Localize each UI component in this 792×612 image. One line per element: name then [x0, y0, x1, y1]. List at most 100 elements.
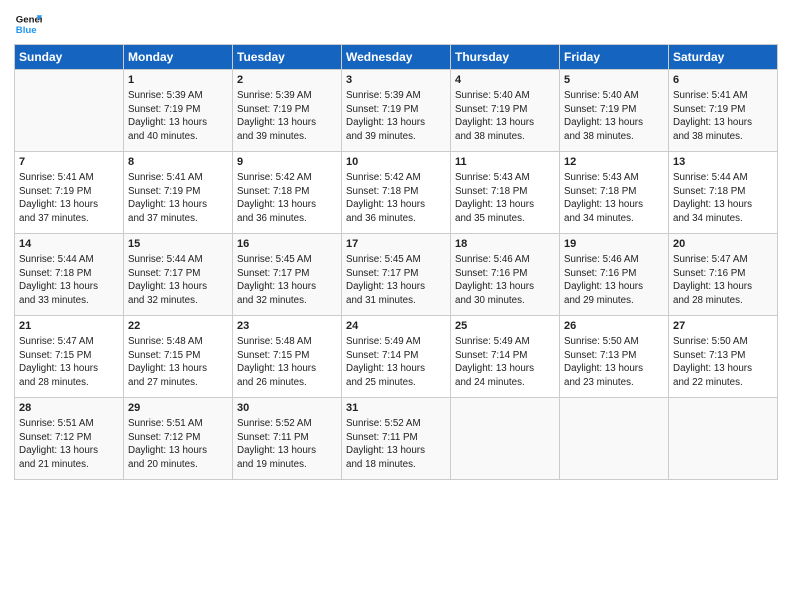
- calendar-cell: 28Sunrise: 5:51 AM Sunset: 7:12 PM Dayli…: [15, 398, 124, 480]
- calendar-cell: 6Sunrise: 5:41 AM Sunset: 7:19 PM Daylig…: [669, 70, 778, 152]
- calendar-cell: 7Sunrise: 5:41 AM Sunset: 7:19 PM Daylig…: [15, 152, 124, 234]
- cell-content: Sunrise: 5:45 AM Sunset: 7:17 PM Dayligh…: [346, 253, 446, 307]
- day-number: 6: [673, 73, 773, 88]
- calendar-cell: 21Sunrise: 5:47 AM Sunset: 7:15 PM Dayli…: [15, 316, 124, 398]
- day-number: 12: [564, 155, 664, 170]
- calendar-cell: 5Sunrise: 5:40 AM Sunset: 7:19 PM Daylig…: [560, 70, 669, 152]
- page: General Blue SundayMondayTuesdayWednesda…: [0, 0, 792, 612]
- calendar-cell: 12Sunrise: 5:43 AM Sunset: 7:18 PM Dayli…: [560, 152, 669, 234]
- calendar-cell: 24Sunrise: 5:49 AM Sunset: 7:14 PM Dayli…: [342, 316, 451, 398]
- calendar-cell: 17Sunrise: 5:45 AM Sunset: 7:17 PM Dayli…: [342, 234, 451, 316]
- day-number: 9: [237, 155, 337, 170]
- day-number: 3: [346, 73, 446, 88]
- day-number: 10: [346, 155, 446, 170]
- col-header-monday: Monday: [124, 45, 233, 70]
- calendar-cell: 27Sunrise: 5:50 AM Sunset: 7:13 PM Dayli…: [669, 316, 778, 398]
- calendar-cell: 31Sunrise: 5:52 AM Sunset: 7:11 PM Dayli…: [342, 398, 451, 480]
- day-number: 17: [346, 237, 446, 252]
- day-number: 13: [673, 155, 773, 170]
- day-number: 7: [19, 155, 119, 170]
- cell-content: Sunrise: 5:43 AM Sunset: 7:18 PM Dayligh…: [564, 171, 664, 225]
- col-header-friday: Friday: [560, 45, 669, 70]
- day-number: 24: [346, 319, 446, 334]
- cell-content: Sunrise: 5:52 AM Sunset: 7:11 PM Dayligh…: [237, 417, 337, 471]
- calendar-cell: 22Sunrise: 5:48 AM Sunset: 7:15 PM Dayli…: [124, 316, 233, 398]
- cell-content: Sunrise: 5:39 AM Sunset: 7:19 PM Dayligh…: [346, 89, 446, 143]
- calendar-cell: 26Sunrise: 5:50 AM Sunset: 7:13 PM Dayli…: [560, 316, 669, 398]
- calendar-cell: 14Sunrise: 5:44 AM Sunset: 7:18 PM Dayli…: [15, 234, 124, 316]
- calendar-cell: 25Sunrise: 5:49 AM Sunset: 7:14 PM Dayli…: [451, 316, 560, 398]
- col-header-wednesday: Wednesday: [342, 45, 451, 70]
- day-number: 31: [346, 401, 446, 416]
- calendar-week-1: 1Sunrise: 5:39 AM Sunset: 7:19 PM Daylig…: [15, 70, 778, 152]
- calendar-cell: 20Sunrise: 5:47 AM Sunset: 7:16 PM Dayli…: [669, 234, 778, 316]
- cell-content: Sunrise: 5:47 AM Sunset: 7:16 PM Dayligh…: [673, 253, 773, 307]
- calendar-cell: 18Sunrise: 5:46 AM Sunset: 7:16 PM Dayli…: [451, 234, 560, 316]
- header: General Blue: [14, 10, 778, 38]
- calendar-cell: [669, 398, 778, 480]
- day-number: 14: [19, 237, 119, 252]
- cell-content: Sunrise: 5:46 AM Sunset: 7:16 PM Dayligh…: [564, 253, 664, 307]
- calendar-cell: 4Sunrise: 5:40 AM Sunset: 7:19 PM Daylig…: [451, 70, 560, 152]
- day-number: 5: [564, 73, 664, 88]
- cell-content: Sunrise: 5:48 AM Sunset: 7:15 PM Dayligh…: [128, 335, 228, 389]
- cell-content: Sunrise: 5:41 AM Sunset: 7:19 PM Dayligh…: [128, 171, 228, 225]
- col-header-thursday: Thursday: [451, 45, 560, 70]
- day-number: 20: [673, 237, 773, 252]
- day-number: 11: [455, 155, 555, 170]
- cell-content: Sunrise: 5:49 AM Sunset: 7:14 PM Dayligh…: [455, 335, 555, 389]
- calendar-cell: [451, 398, 560, 480]
- day-number: 8: [128, 155, 228, 170]
- cell-content: Sunrise: 5:46 AM Sunset: 7:16 PM Dayligh…: [455, 253, 555, 307]
- day-number: 15: [128, 237, 228, 252]
- day-number: 30: [237, 401, 337, 416]
- cell-content: Sunrise: 5:39 AM Sunset: 7:19 PM Dayligh…: [128, 89, 228, 143]
- cell-content: Sunrise: 5:52 AM Sunset: 7:11 PM Dayligh…: [346, 417, 446, 471]
- calendar-cell: 13Sunrise: 5:44 AM Sunset: 7:18 PM Dayli…: [669, 152, 778, 234]
- col-header-tuesday: Tuesday: [233, 45, 342, 70]
- cell-content: Sunrise: 5:42 AM Sunset: 7:18 PM Dayligh…: [237, 171, 337, 225]
- cell-content: Sunrise: 5:48 AM Sunset: 7:15 PM Dayligh…: [237, 335, 337, 389]
- calendar-cell: 30Sunrise: 5:52 AM Sunset: 7:11 PM Dayli…: [233, 398, 342, 480]
- day-number: 25: [455, 319, 555, 334]
- calendar-cell: 9Sunrise: 5:42 AM Sunset: 7:18 PM Daylig…: [233, 152, 342, 234]
- cell-content: Sunrise: 5:41 AM Sunset: 7:19 PM Dayligh…: [673, 89, 773, 143]
- cell-content: Sunrise: 5:50 AM Sunset: 7:13 PM Dayligh…: [673, 335, 773, 389]
- day-number: 23: [237, 319, 337, 334]
- day-number: 1: [128, 73, 228, 88]
- day-number: 16: [237, 237, 337, 252]
- calendar-cell: 8Sunrise: 5:41 AM Sunset: 7:19 PM Daylig…: [124, 152, 233, 234]
- calendar-week-4: 21Sunrise: 5:47 AM Sunset: 7:15 PM Dayli…: [15, 316, 778, 398]
- day-number: 26: [564, 319, 664, 334]
- day-number: 18: [455, 237, 555, 252]
- cell-content: Sunrise: 5:40 AM Sunset: 7:19 PM Dayligh…: [455, 89, 555, 143]
- day-number: 4: [455, 73, 555, 88]
- cell-content: Sunrise: 5:42 AM Sunset: 7:18 PM Dayligh…: [346, 171, 446, 225]
- calendar-cell: 16Sunrise: 5:45 AM Sunset: 7:17 PM Dayli…: [233, 234, 342, 316]
- calendar-cell: [560, 398, 669, 480]
- col-header-saturday: Saturday: [669, 45, 778, 70]
- calendar-cell: 11Sunrise: 5:43 AM Sunset: 7:18 PM Dayli…: [451, 152, 560, 234]
- calendar-cell: 1Sunrise: 5:39 AM Sunset: 7:19 PM Daylig…: [124, 70, 233, 152]
- calendar-cell: 3Sunrise: 5:39 AM Sunset: 7:19 PM Daylig…: [342, 70, 451, 152]
- day-number: 21: [19, 319, 119, 334]
- calendar-week-3: 14Sunrise: 5:44 AM Sunset: 7:18 PM Dayli…: [15, 234, 778, 316]
- cell-content: Sunrise: 5:51 AM Sunset: 7:12 PM Dayligh…: [128, 417, 228, 471]
- day-number: 19: [564, 237, 664, 252]
- cell-content: Sunrise: 5:40 AM Sunset: 7:19 PM Dayligh…: [564, 89, 664, 143]
- col-header-sunday: Sunday: [15, 45, 124, 70]
- calendar-cell: 2Sunrise: 5:39 AM Sunset: 7:19 PM Daylig…: [233, 70, 342, 152]
- day-number: 28: [19, 401, 119, 416]
- cell-content: Sunrise: 5:44 AM Sunset: 7:17 PM Dayligh…: [128, 253, 228, 307]
- cell-content: Sunrise: 5:44 AM Sunset: 7:18 PM Dayligh…: [19, 253, 119, 307]
- day-number: 2: [237, 73, 337, 88]
- calendar-cell: 29Sunrise: 5:51 AM Sunset: 7:12 PM Dayli…: [124, 398, 233, 480]
- cell-content: Sunrise: 5:47 AM Sunset: 7:15 PM Dayligh…: [19, 335, 119, 389]
- day-number: 29: [128, 401, 228, 416]
- cell-content: Sunrise: 5:39 AM Sunset: 7:19 PM Dayligh…: [237, 89, 337, 143]
- cell-content: Sunrise: 5:49 AM Sunset: 7:14 PM Dayligh…: [346, 335, 446, 389]
- day-number: 27: [673, 319, 773, 334]
- svg-text:Blue: Blue: [16, 25, 37, 36]
- calendar-week-5: 28 Sunrise: 5:51 AM Sunset: 7:12 PM Dayli…: [15, 398, 778, 480]
- day-number: 22: [128, 319, 228, 334]
